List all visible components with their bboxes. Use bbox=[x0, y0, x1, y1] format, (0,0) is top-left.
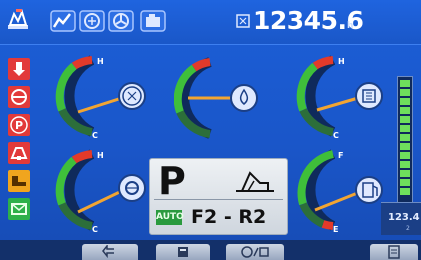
list-button[interactable] bbox=[370, 244, 418, 260]
level-segment bbox=[400, 161, 410, 168]
level-segment bbox=[400, 143, 410, 150]
coolant-high-label: H bbox=[97, 57, 104, 66]
odometer-sub: 2 bbox=[406, 225, 410, 232]
parking-brake-icon: P bbox=[8, 114, 30, 136]
machine-monitor-screen: 12345.6 h P H C H C H C F E P AUTO F2 - … bbox=[0, 0, 421, 260]
list-icon bbox=[388, 245, 400, 259]
transmission-status-panel: P AUTO F2 - R2 bbox=[149, 158, 288, 235]
fuel-tank-gauge: F E bbox=[297, 149, 383, 234]
odometer-value: 123.4 bbox=[388, 212, 420, 223]
transmission-temp-gauge: H C bbox=[296, 55, 383, 140]
hour-meter-icon bbox=[236, 14, 250, 28]
menu-button[interactable] bbox=[156, 244, 210, 260]
auto-indicator: AUTO bbox=[156, 210, 184, 225]
back-icon bbox=[102, 243, 114, 259]
camera-swap-icon bbox=[241, 246, 269, 258]
coolant-icon bbox=[8, 86, 30, 108]
hydraulic-oil-temp-gauge: H C bbox=[55, 149, 146, 234]
engine-overheat-icon bbox=[8, 58, 30, 80]
hour-meter-unit: h bbox=[347, 21, 354, 31]
top-status-bar: 12345.6 h bbox=[0, 0, 421, 45]
level-segment bbox=[400, 152, 410, 159]
softkey-bar bbox=[0, 240, 421, 260]
level-segment bbox=[400, 107, 410, 114]
gear-position: P bbox=[158, 159, 186, 203]
travel-mode-icon bbox=[236, 171, 274, 192]
fuel-level-gauge bbox=[174, 57, 258, 139]
work-mode-icon[interactable] bbox=[50, 9, 76, 33]
travel-alarm-icon bbox=[8, 170, 30, 192]
camera-swap-button[interactable] bbox=[226, 244, 284, 260]
back-button[interactable] bbox=[82, 243, 138, 260]
level-segment bbox=[400, 80, 410, 87]
level-segment bbox=[400, 188, 410, 195]
coolant-temp-gauge: H C bbox=[55, 55, 146, 140]
engine-warning-icon bbox=[8, 142, 30, 164]
hydraulic-high-label: H bbox=[97, 151, 104, 160]
level-segment bbox=[400, 116, 410, 123]
menu-icon bbox=[178, 247, 188, 257]
engine-speed-icon[interactable] bbox=[79, 9, 105, 33]
coolant-low-label: C bbox=[92, 131, 98, 140]
transmission-high-label: H bbox=[338, 57, 345, 66]
camera-icon[interactable] bbox=[140, 9, 166, 33]
fuel-full-label: F bbox=[338, 151, 343, 160]
level-segment bbox=[400, 89, 410, 96]
svg-text:P: P bbox=[15, 119, 23, 132]
fuel-empty-label: E bbox=[333, 225, 338, 234]
panel-divider bbox=[154, 199, 283, 200]
fan-icon[interactable] bbox=[108, 9, 134, 33]
level-segment bbox=[400, 98, 410, 105]
hydraulic-mode-icon[interactable] bbox=[6, 9, 32, 33]
message-icon bbox=[8, 198, 30, 220]
level-segment bbox=[400, 179, 410, 186]
transmission-low-label: C bbox=[333, 131, 339, 140]
level-bar-gauge bbox=[397, 76, 413, 204]
level-segment bbox=[400, 170, 410, 177]
level-segment bbox=[400, 125, 410, 132]
hydraulic-low-label: C bbox=[92, 225, 98, 234]
level-segment bbox=[400, 134, 410, 141]
gear-range: F2 - R2 bbox=[191, 206, 267, 228]
